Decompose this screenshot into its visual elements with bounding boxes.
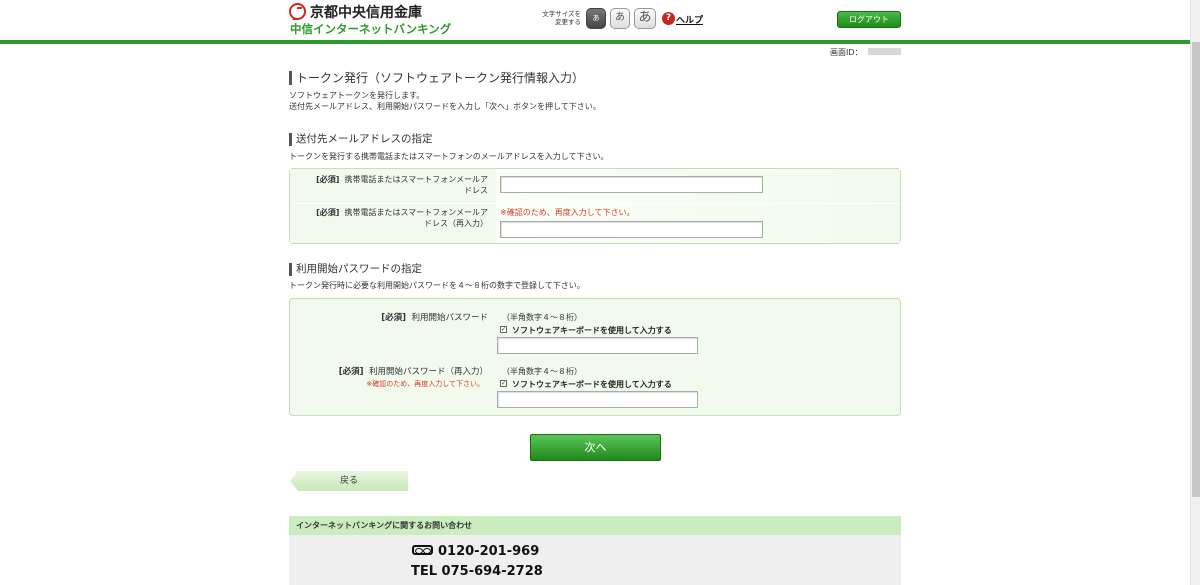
password-confirm-field-label: [必須] 利用開始パスワード（再入力） [300, 367, 488, 378]
password-section-title: 利用開始パスワードの指定 [289, 263, 422, 276]
email-form-panel: [必須] 携帯電話またはスマートフォンメールア ドレス [必須] 携帯電話または… [289, 168, 901, 244]
email-field-label: [必須] 携帯電話またはスマートフォンメールア ドレス [296, 174, 488, 196]
email-confirm-label-line2: ドレス（再入力） [424, 219, 488, 228]
intro-text-1: ソフトウェアトークンを発行します。 [289, 91, 425, 100]
software-keyboard-checkbox[interactable]: ✓ [500, 326, 507, 333]
vertical-scrollbar[interactable] [1190, 0, 1200, 585]
font-size-label-line1: 文字サイズを [542, 10, 581, 18]
password-field-label: [必須] 利用開始パスワード [310, 313, 488, 324]
contact-panel [289, 535, 901, 585]
password-confirm-note: ※確認のため、再度入力して下さい。 [366, 380, 484, 388]
email-label-line1: 携帯電話またはスマートフォンメールア [344, 175, 488, 184]
bank-logo-icon [289, 3, 306, 20]
freedial-number: 0120-201-969 [438, 544, 540, 559]
email-section-title: 送付先メールアドレスの指定 [289, 133, 433, 146]
font-size-large-button[interactable]: あ [634, 8, 656, 29]
password-label-text: 利用開始パスワード [411, 313, 488, 323]
software-keyboard-label-confirm[interactable]: ソフトウェアキーボードを使用して入力する [512, 379, 672, 390]
required-tag: [必須] [316, 208, 340, 217]
bank-logo[interactable]: 京都中央信用金庫 中信インターネットバンキング [289, 2, 459, 36]
header-divider [0, 40, 1190, 44]
email-confirm-field-label: [必須] 携帯電話またはスマートフォンメールア ドレス（再入力） [296, 207, 488, 229]
email-label-line2: ドレス [464, 186, 488, 195]
screen-id-value [868, 48, 901, 55]
font-size-label: 文字サイズを 変更する [533, 10, 581, 26]
password-input[interactable] [497, 337, 698, 354]
contact-heading: インターネットバンキングに関するお問い合わせ [289, 516, 901, 535]
header: 京都中央信用金庫 中信インターネットバンキング 文字サイズを 変更する あ あ … [0, 0, 1200, 42]
password-hint: （半角数字４～８桁） [502, 313, 582, 322]
email-section-description: トークンを発行する携帯電話またはスマートフォンのメールアドレスを入力して下さい。 [289, 152, 609, 161]
password-confirm-input[interactable] [497, 391, 698, 408]
help-link[interactable]: ヘルプ [676, 13, 703, 26]
tel-number: TEL 075-694-2728 [411, 564, 543, 579]
required-tag: [必須] [381, 313, 407, 323]
password-form-panel: [必須] 利用開始パスワード （半角数字４～８桁） ✓ ソフトウェアキーボードを… [289, 298, 901, 416]
password-confirm-hint: （半角数字４～８桁） [502, 367, 582, 376]
required-tag: [必須] [316, 175, 340, 184]
email-confirm-note: ※確認のため、再度入力して下さい。 [500, 208, 635, 217]
password-confirm-label-text: 利用開始パスワード（再入力） [368, 367, 488, 377]
logout-button[interactable]: ログアウト [837, 11, 901, 28]
font-size-small-button[interactable]: あ [586, 8, 606, 29]
next-button[interactable]: 次へ [530, 434, 661, 461]
back-button[interactable]: 戻る [290, 471, 408, 491]
page-title: トークン発行（ソフトウェアトークン発行情報入力） [289, 71, 584, 85]
scrollbar-thumb[interactable] [1192, 42, 1200, 497]
font-size-medium-button[interactable]: あ [610, 8, 630, 29]
password-section-description: トークン発行時に必要な利用開始パスワードを４～８桁の数字で登録して下さい。 [289, 281, 585, 290]
intro-text-2: 送付先メールアドレス、利用開始パスワードを入力し「次へ」ボタンを押して下さい。 [289, 102, 601, 111]
software-keyboard-checkbox-confirm[interactable]: ✓ [500, 380, 507, 387]
software-keyboard-label[interactable]: ソフトウェアキーボードを使用して入力する [512, 325, 672, 336]
font-size-label-line2: 変更する [555, 18, 581, 26]
email-confirm-input[interactable] [500, 221, 763, 238]
row-divider [290, 203, 900, 204]
freedial-icon [412, 545, 433, 555]
help-icon[interactable]: ? [662, 12, 675, 25]
email-input[interactable] [500, 176, 763, 193]
bank-name: 京都中央信用金庫 [310, 5, 422, 21]
screen-id-label: 画面ID： [830, 48, 863, 57]
service-name: 中信インターネットバンキング [290, 22, 452, 36]
email-confirm-label-line1: 携帯電話またはスマートフォンメールア [344, 208, 488, 217]
required-tag: [必須] [338, 367, 364, 377]
